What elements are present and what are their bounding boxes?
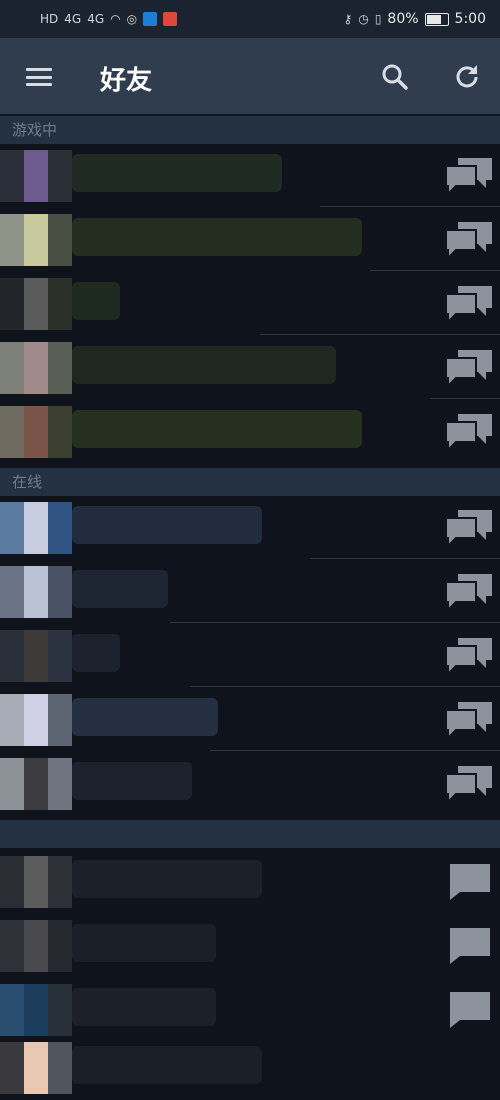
friend-name-redacted: [72, 218, 362, 256]
friend-name-redacted: [72, 506, 262, 544]
chat-icon[interactable]: [444, 410, 496, 454]
avatar: [0, 566, 72, 618]
friend-row[interactable]: [0, 400, 500, 464]
avatar: [0, 502, 72, 554]
avatar: [0, 214, 72, 266]
friend-row[interactable]: [0, 336, 500, 400]
friend-row[interactable]: [0, 1036, 500, 1100]
wifi-icon: ◠: [110, 12, 121, 26]
section-header-online: 在线: [0, 468, 500, 496]
chat-single-icon[interactable]: [444, 988, 496, 1032]
app-notification-icon: [163, 12, 178, 26]
friend-name-redacted: [72, 988, 216, 1026]
avatar: [0, 1042, 72, 1094]
status-right: ⚷ ◷ ▯ 80% 5:00: [344, 11, 486, 27]
friend-name-redacted: [72, 860, 262, 898]
friend-row[interactable]: [0, 496, 500, 560]
avatar: [0, 406, 72, 458]
battery-text: 80%: [387, 11, 419, 27]
alarm-icon: ◷: [358, 12, 369, 26]
divider: [310, 558, 500, 559]
avatar: [0, 278, 72, 330]
battery-icon: [424, 12, 449, 26]
chat-icon[interactable]: [444, 570, 496, 614]
friend-name-redacted: [72, 570, 168, 608]
avatar: [0, 856, 72, 908]
friend-name-redacted: [72, 634, 120, 672]
friend-row[interactable]: [0, 624, 500, 688]
divider: [170, 622, 500, 623]
section-header-offline: [0, 820, 500, 848]
notification-icon: ◎: [126, 12, 138, 26]
friend-name-redacted: [72, 410, 362, 448]
friend-row[interactable]: [0, 688, 500, 752]
friend-row[interactable]: [0, 560, 500, 624]
chat-icon[interactable]: [444, 506, 496, 550]
chat-single-icon[interactable]: [444, 860, 496, 904]
avatar: [0, 630, 72, 682]
status-bar: HD 4G 4G ◠ ◎ ⚷ ◷ ▯ 80% 5:00: [0, 0, 500, 38]
friend-row[interactable]: [0, 208, 500, 272]
chat-icon[interactable]: [444, 218, 496, 262]
page-title: 好友: [100, 66, 153, 96]
avatar: [0, 758, 72, 810]
section-header-in-game: 游戏中: [0, 116, 500, 144]
avatar: [0, 342, 72, 394]
chat-icon[interactable]: [444, 282, 496, 326]
app-bar: 好友: [0, 38, 500, 114]
chat-icon[interactable]: [444, 762, 496, 806]
avatar: [0, 984, 72, 1036]
divider: [320, 206, 500, 207]
app-notification-icon: [143, 12, 158, 26]
divider: [370, 270, 500, 271]
friend-row[interactable]: [0, 144, 500, 208]
divider: [210, 750, 500, 751]
chat-icon[interactable]: [444, 634, 496, 678]
signal-icon: 4G: [87, 12, 105, 26]
friend-row[interactable]: [0, 978, 500, 1042]
friend-row[interactable]: [0, 752, 500, 816]
friend-name-redacted: [72, 1046, 262, 1084]
friend-row[interactable]: [0, 850, 500, 914]
refresh-icon[interactable]: [452, 62, 482, 92]
hamburger-menu-icon[interactable]: [26, 68, 52, 86]
clock: 5:00: [454, 11, 486, 27]
status-left: HD 4G 4G ◠ ◎: [40, 12, 178, 26]
friend-name-redacted: [72, 924, 216, 962]
friend-name-redacted: [72, 698, 218, 736]
signal-icon: 4G: [64, 12, 82, 26]
chat-icon[interactable]: [444, 346, 496, 390]
chat-single-icon[interactable]: [444, 924, 496, 968]
avatar: [0, 920, 72, 972]
friend-name-redacted: [72, 762, 192, 800]
chat-icon[interactable]: [444, 698, 496, 742]
friend-name-redacted: [72, 282, 120, 320]
search-icon[interactable]: [380, 62, 410, 92]
friend-name-redacted: [72, 154, 282, 192]
divider: [260, 334, 500, 335]
avatar: [0, 694, 72, 746]
hd-indicator: HD: [40, 12, 59, 26]
friend-name-redacted: [72, 346, 336, 384]
vibrate-icon: ▯: [374, 12, 382, 26]
friend-row[interactable]: [0, 272, 500, 336]
divider: [430, 398, 500, 399]
avatar: [0, 150, 72, 202]
key-icon: ⚷: [343, 12, 353, 26]
chat-icon[interactable]: [444, 154, 496, 198]
friend-row[interactable]: [0, 914, 500, 978]
divider: [190, 686, 500, 687]
